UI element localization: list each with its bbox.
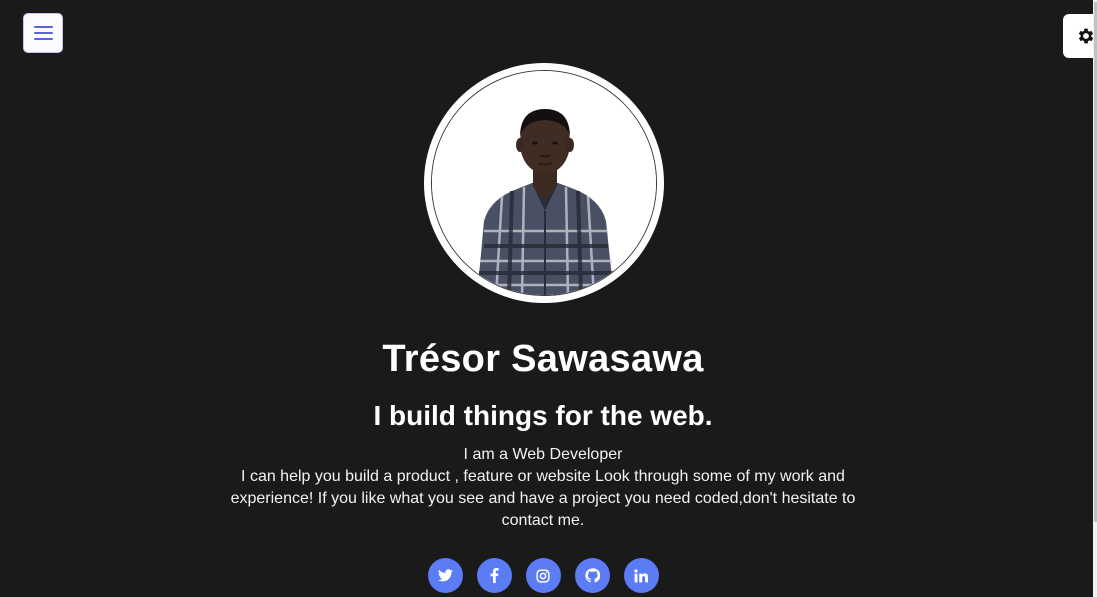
settings-button[interactable] bbox=[1063, 14, 1097, 58]
avatar-photo bbox=[431, 70, 657, 296]
instagram-icon bbox=[536, 568, 550, 583]
github-link[interactable] bbox=[574, 558, 610, 593]
twitter-icon bbox=[437, 569, 453, 582]
page: Trésor Sawasawa I build things for the w… bbox=[0, 0, 1097, 597]
profile-tagline: I build things for the web. bbox=[373, 400, 713, 431]
profile-bio: I can help you build a product , feature… bbox=[230, 468, 856, 529]
github-icon bbox=[584, 568, 600, 583]
hamburger-menu-icon bbox=[33, 26, 53, 40]
facebook-link[interactable] bbox=[476, 558, 512, 593]
profile-role: I am a Web Developer bbox=[463, 446, 623, 463]
linkedin-icon bbox=[634, 568, 648, 582]
avatar bbox=[424, 63, 664, 303]
instagram-link[interactable] bbox=[525, 558, 561, 593]
facebook-icon bbox=[490, 568, 499, 583]
linkedin-link[interactable] bbox=[623, 558, 659, 593]
twitter-link[interactable] bbox=[427, 558, 463, 593]
menu-button[interactable] bbox=[23, 13, 63, 53]
profile-name: Trésor Sawasawa bbox=[382, 338, 704, 380]
social-links bbox=[0, 558, 1086, 593]
